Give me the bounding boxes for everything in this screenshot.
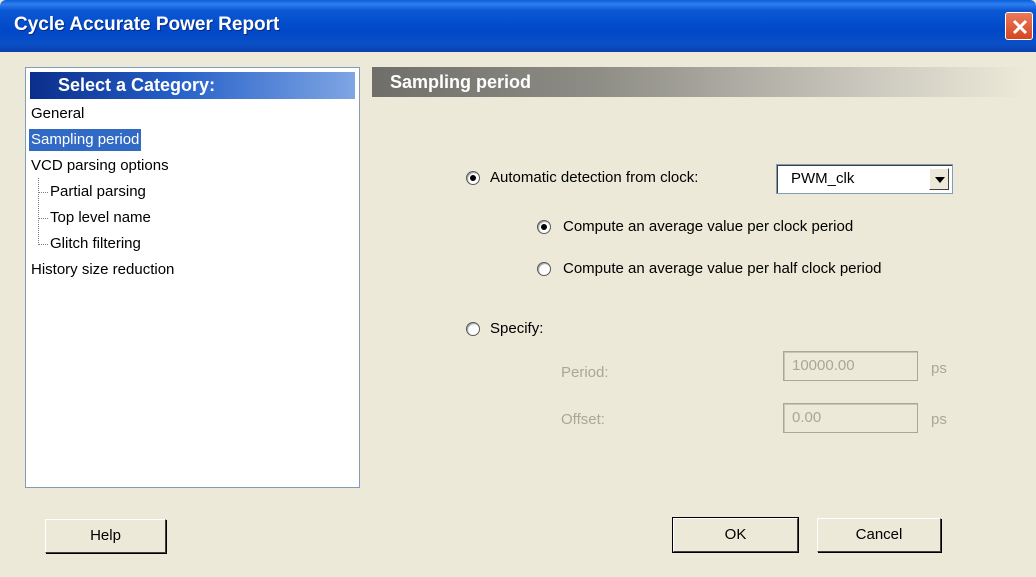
offset-unit: ps <box>931 411 947 428</box>
tree-connector <box>38 192 48 193</box>
average-half-period-label: Compute an average value per half clock … <box>563 260 882 277</box>
close-icon <box>1012 19 1028 35</box>
clock-select-value: PWM_clk <box>791 170 855 187</box>
close-button[interactable] <box>1005 12 1033 40</box>
offset-value: 0.00 <box>792 409 822 426</box>
auto-detect-radio[interactable] <box>466 171 480 185</box>
period-label: Period: <box>561 364 609 381</box>
offset-field[interactable]: 0.00 <box>783 403 918 433</box>
average-full-period-radio[interactable] <box>537 220 551 234</box>
window-title: Cycle Accurate Power Report <box>14 14 280 35</box>
section-title: Sampling period <box>372 67 1024 97</box>
period-unit: ps <box>931 360 947 377</box>
average-full-period-label: Compute an average value per clock perio… <box>563 218 854 235</box>
auto-detect-label: Automatic detection from clock: <box>490 169 699 186</box>
period-field[interactable]: 10000.00 <box>783 351 918 381</box>
category-item-general[interactable]: General <box>29 103 86 125</box>
ok-button[interactable]: OK <box>672 517 799 553</box>
category-item-history-size-reduction[interactable]: History size reduction <box>29 259 176 281</box>
category-item-sampling-period[interactable]: Sampling period <box>29 129 142 151</box>
chevron-down-icon <box>935 177 945 183</box>
period-value: 10000.00 <box>792 357 855 374</box>
cancel-button[interactable]: Cancel <box>817 518 941 552</box>
specify-radio[interactable] <box>466 322 480 336</box>
average-half-period-radio[interactable] <box>537 262 551 276</box>
category-item-glitch-filtering[interactable]: Glitch filtering <box>48 233 143 255</box>
tree-connector <box>38 218 48 219</box>
specify-label: Specify: <box>490 320 544 337</box>
title-bar: Cycle Accurate Power Report <box>0 0 1036 52</box>
tree-connector <box>38 244 48 245</box>
category-item-top-level-name[interactable]: Top level name <box>48 207 153 229</box>
clock-select[interactable]: PWM_clk <box>776 164 953 194</box>
offset-label: Offset: <box>561 411 605 428</box>
category-item-partial-parsing[interactable]: Partial parsing <box>48 181 148 203</box>
tree-connector <box>38 178 39 245</box>
category-item-vcd-parsing-options[interactable]: VCD parsing options <box>29 155 171 177</box>
clock-select-dropdown-button[interactable] <box>929 168 949 190</box>
category-header: Select a Category: <box>30 72 355 99</box>
category-panel: Select a Category: General Sampling peri… <box>25 67 360 488</box>
help-button[interactable]: Help <box>45 519 166 553</box>
